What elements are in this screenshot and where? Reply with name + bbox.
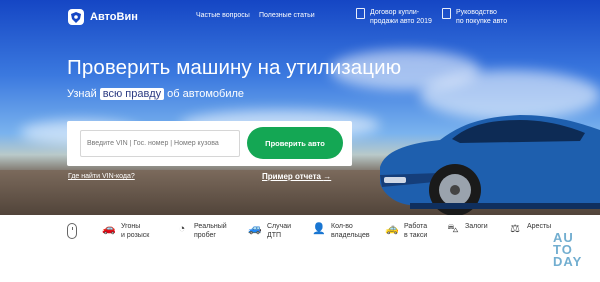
- brand-name: АвтоВин: [90, 11, 138, 23]
- report-example-link[interactable]: Пример отчета →: [262, 172, 331, 181]
- car-chase-icon: 🚗: [102, 223, 116, 235]
- feature-owners: 👤 Кол-во владельцев: [312, 223, 370, 239]
- nav-faq[interactable]: Частые вопросы: [196, 12, 250, 19]
- nav-articles[interactable]: Полезные статьи: [259, 12, 315, 19]
- search-panel: Проверить авто: [67, 121, 352, 166]
- vin-help-link[interactable]: Где найти VIN-кода?: [68, 173, 135, 180]
- car-image: [380, 115, 600, 216]
- feature-accidents: 🚙 Случаи ДТП: [248, 223, 292, 239]
- nav-buying-guide[interactable]: Руководство по покупке авто: [442, 8, 507, 26]
- autotoday-watermark: AU TO DAY: [553, 230, 583, 269]
- document-icon: [442, 8, 451, 19]
- shield-icon: [68, 9, 84, 25]
- document-icon: [356, 8, 365, 19]
- speedometer-icon: ◔: [178, 223, 186, 235]
- vin-search-input[interactable]: [80, 130, 240, 157]
- person-icon: 👤: [312, 223, 326, 235]
- check-car-button[interactable]: Проверить авто: [247, 127, 343, 159]
- feature-theft: 🚗 Угоны и розыск: [102, 223, 150, 239]
- arrest-icon: ⚖: [510, 223, 520, 235]
- pledge-icon: ⛍: [447, 223, 459, 235]
- feature-pledges: ⛍ Залоги: [447, 223, 488, 235]
- arrow-right-icon: →: [323, 172, 332, 181]
- brand-logo[interactable]: АвтоВин: [68, 9, 138, 25]
- scroll-mouse-icon: [67, 223, 77, 239]
- page-subtitle: Узнай всю правду об автомобиле: [67, 88, 245, 100]
- subtitle-highlight: всю правду: [99, 88, 165, 100]
- page-title: Проверить машину на утилизацию: [67, 56, 402, 79]
- feature-taxi: 🚕 Работа в такси: [385, 223, 428, 239]
- nav-sale-contract[interactable]: Договор купли- продажи авто 2019: [356, 8, 432, 26]
- feature-mileage: ◔ Реальный пробег: [175, 222, 227, 240]
- car-crash-icon: 🚙: [248, 223, 262, 235]
- feature-arrests: ⚖ Аресты: [508, 222, 551, 236]
- taxi-icon: 🚕: [385, 223, 399, 235]
